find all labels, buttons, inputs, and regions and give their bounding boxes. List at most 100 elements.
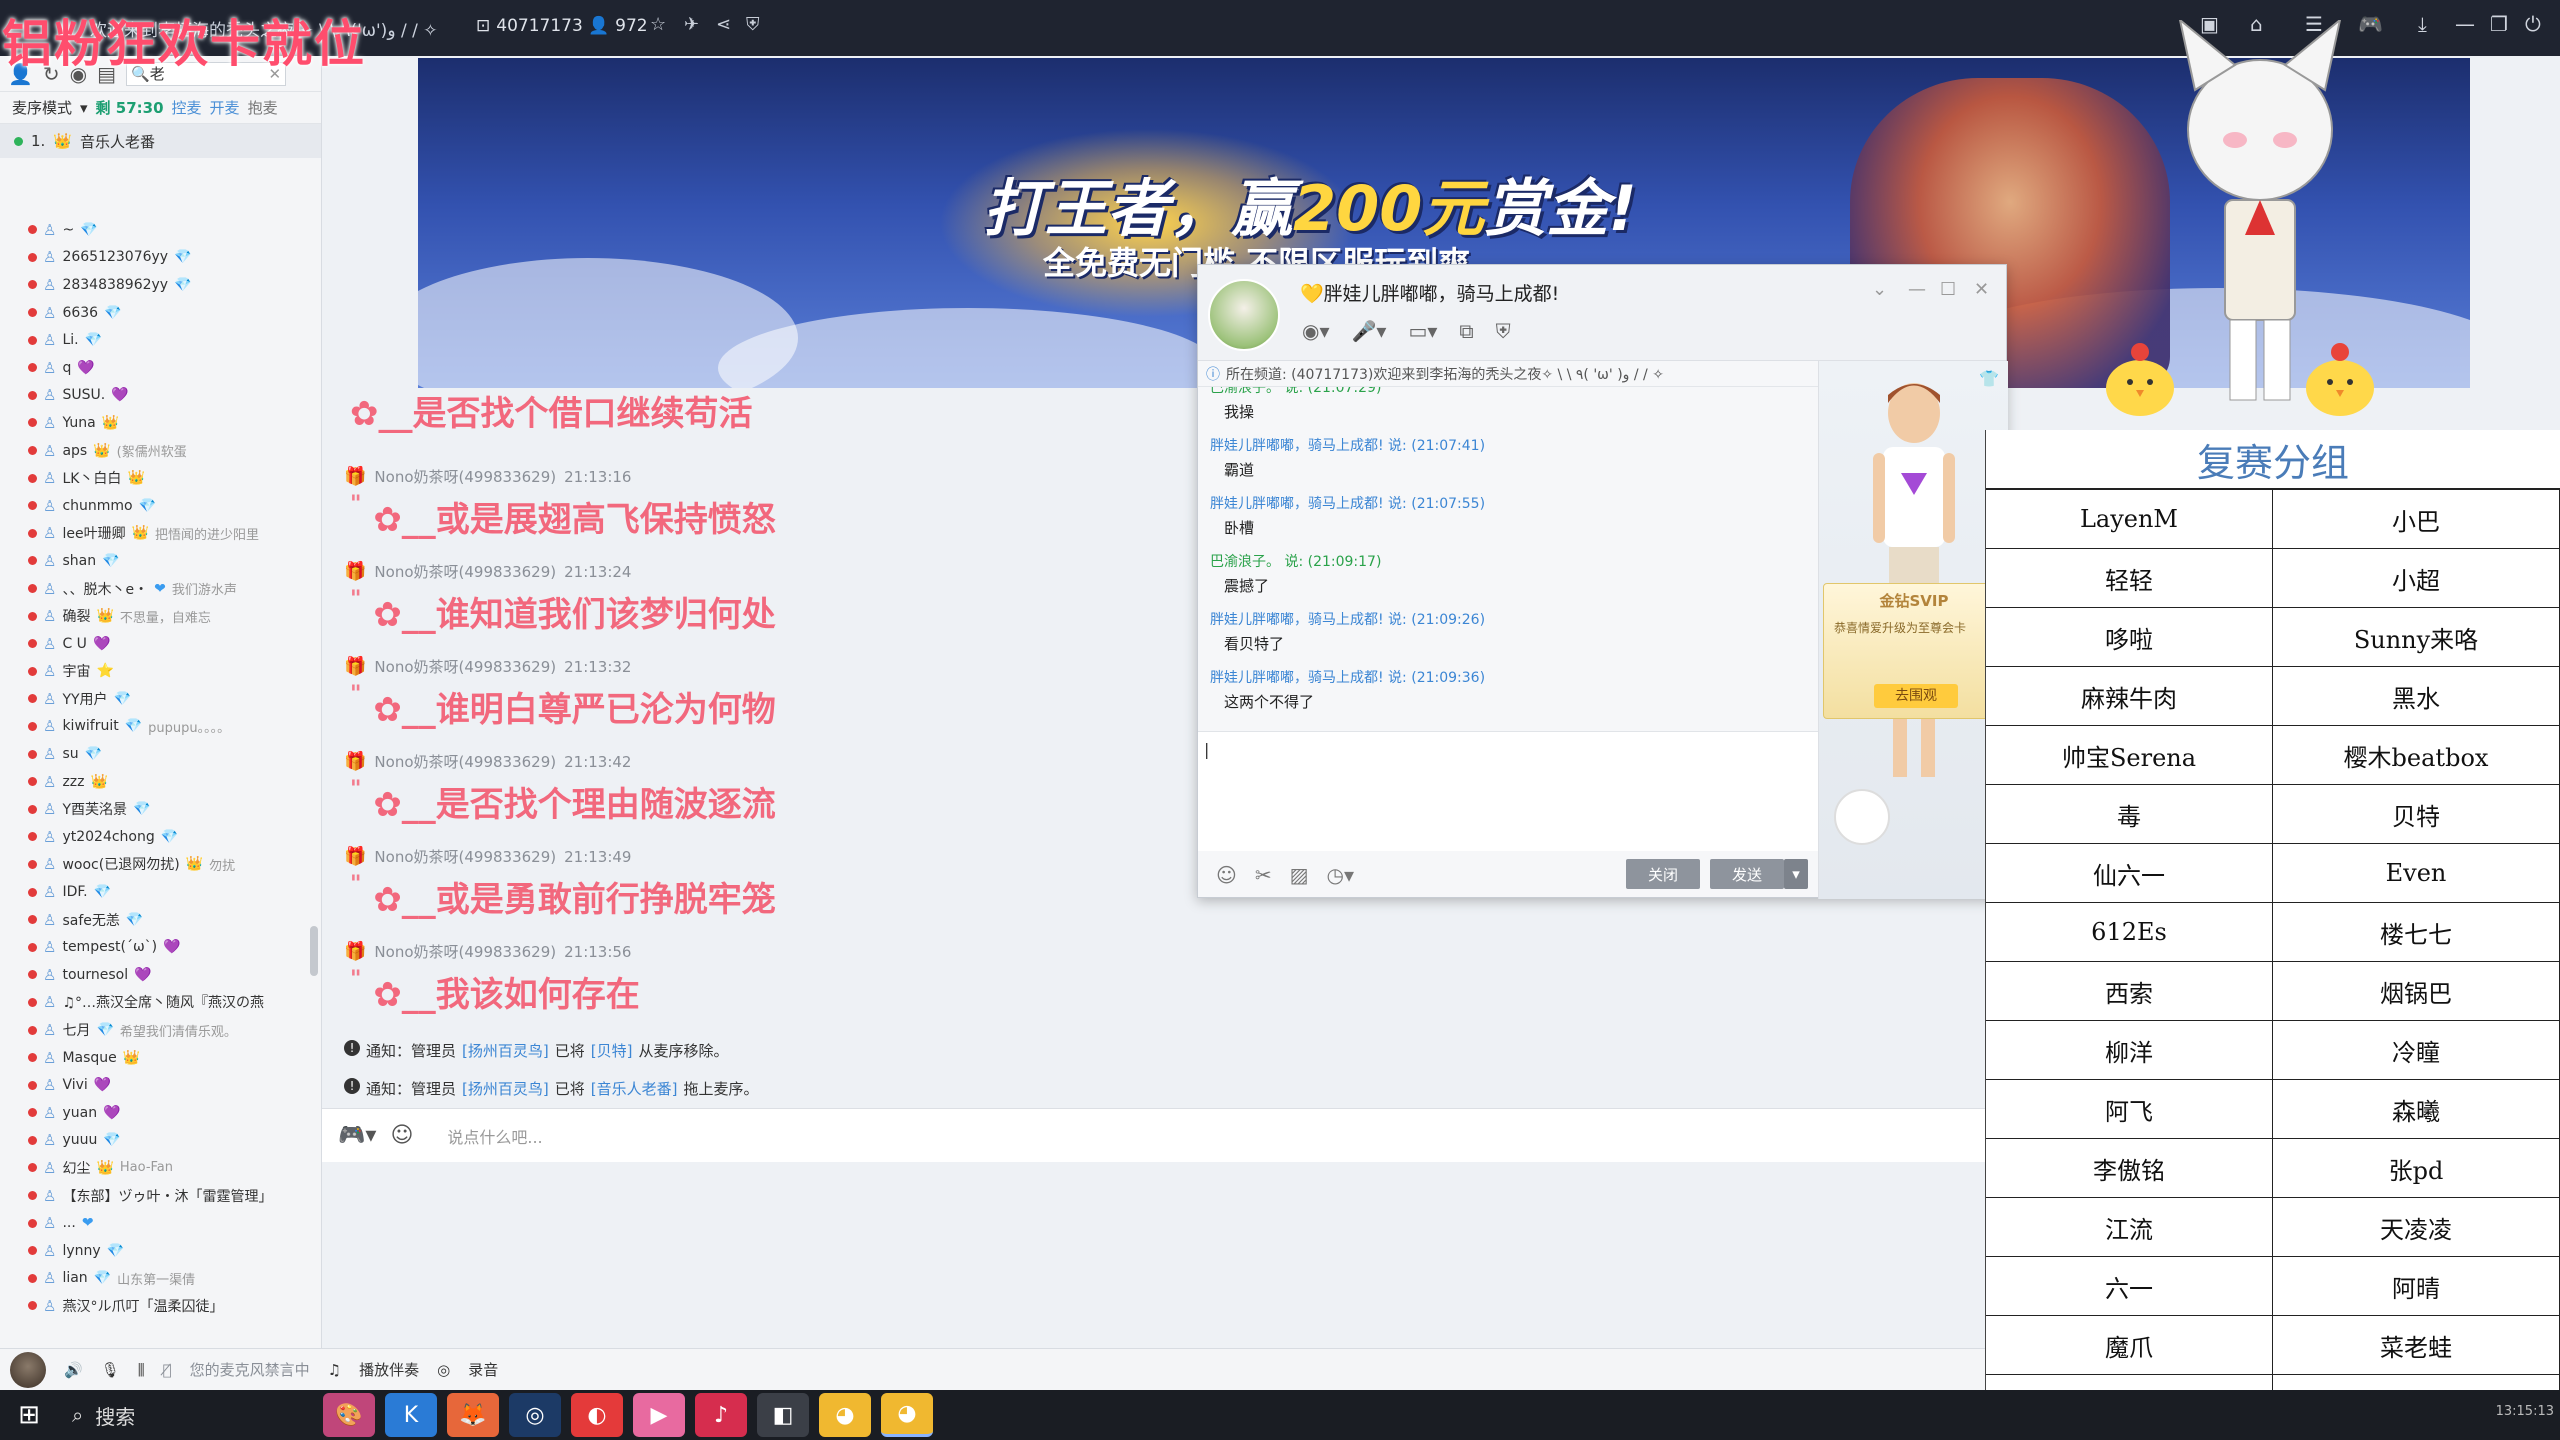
user-list-item[interactable]: ♙ 6636 💎	[0, 299, 322, 327]
user-list-item[interactable]: ♙ tournesol 💜	[0, 961, 322, 989]
fox-app-icon[interactable]: 🦊	[447, 1393, 499, 1437]
mic-toggle-icon[interactable]: 🎙	[101, 1361, 120, 1379]
control-mic-link[interactable]: 控麦	[172, 97, 202, 118]
user-list-item[interactable]: ♙ ♫°…燕汉全席丶随风『燕汉の燕	[0, 989, 322, 1017]
user-list-item[interactable]: ♙ C U 💜	[0, 630, 322, 658]
clock-icon[interactable]: ◷▾	[1327, 863, 1355, 887]
user-list-item[interactable]: ♙ kiwifruit 💎 pupupu。。。。	[0, 713, 322, 741]
user-list-item[interactable]: ♙ safe无恙 💎	[0, 906, 322, 934]
svip-view-button[interactable]: 去围观	[1874, 684, 1958, 708]
maximize-icon[interactable]: ☐	[1940, 279, 1956, 300]
chevron-down-icon[interactable]: ⌄	[1872, 279, 1887, 300]
user-list-item[interactable]: ♙ 2834838962yy 💎	[0, 271, 322, 299]
record-button[interactable]: 录音	[468, 1359, 498, 1380]
shirt-icon[interactable]: 👕	[1979, 369, 1999, 388]
music-button[interactable]: 播放伴奏	[359, 1359, 419, 1380]
message-user[interactable]: Nono奶茶呀(499833629)	[374, 656, 556, 677]
chat-input[interactable]: 说点什么吧...	[447, 1124, 542, 1148]
admin-link[interactable]: [扬州百灵鸟]	[462, 1040, 549, 1061]
user-list-item[interactable]: ♙ su 💎	[0, 740, 322, 768]
scissors-icon[interactable]: ✂	[1255, 863, 1272, 887]
user-list-item[interactable]: ♙ 燕汉°ル爪叮「温柔囚徒」	[0, 1292, 322, 1320]
message-user[interactable]: Nono奶茶呀(499833629)	[374, 846, 556, 867]
user-list-item[interactable]: ♙ yuuu 💎	[0, 1127, 322, 1155]
user-list-item[interactable]: ♙ Li. 💎	[0, 326, 322, 354]
user-list-item[interactable]: ♙ lee叶珊卿 👑 把悟闻的进少阳里	[0, 520, 322, 548]
mic-icon[interactable]: 🎤▾	[1352, 319, 1387, 343]
user-list-item[interactable]: ♙... ❤	[0, 1209, 322, 1237]
target-link[interactable]: [贝特]	[591, 1040, 633, 1061]
minimize-icon[interactable]: —	[1908, 279, 1926, 300]
emoji-icon[interactable]: ☺	[390, 1123, 413, 1148]
gamepad-icon[interactable]: 🎮▾	[338, 1123, 376, 1148]
obs-app-icon[interactable]: ◧	[757, 1393, 809, 1437]
camera-icon[interactable]: ◉▾	[1302, 319, 1330, 343]
user-list-item[interactable]: ♙ IDF. 💎	[0, 878, 322, 906]
user-list-item[interactable]: ♙ 确裂 👑 不思量，自难忘	[0, 602, 322, 630]
user-list-item[interactable]: ♙ LK丶白白 👑	[0, 464, 322, 492]
user-list-item[interactable]: ♙ lian 💎 山东第一渠倩	[0, 1265, 322, 1293]
avatar[interactable]	[10, 1351, 46, 1388]
gamepad-icon[interactable]: 🎮	[2358, 12, 2383, 36]
message-user[interactable]: Nono奶茶呀(499833629)	[374, 941, 556, 962]
mic-mode-select[interactable]: 麦序模式	[12, 97, 72, 118]
user-list-item[interactable]: ♙ Y酉芙洺景 💎	[0, 795, 322, 823]
user-list-item[interactable]: ♙ 幻尘 👑 Hao-Fan	[0, 1154, 322, 1182]
user-list-item[interactable]: ♙ YY用户 💎	[0, 685, 322, 713]
emoji-icon[interactable]: ☺	[1216, 863, 1237, 887]
send-button[interactable]: 发送	[1710, 859, 1784, 889]
user-list-item[interactable]: ♙ q 💜	[0, 354, 322, 382]
user-list-item[interactable]: ♙ tempest(´ω`) 💜	[0, 933, 322, 961]
open-mic-link[interactable]: 开麦	[210, 97, 240, 118]
yy-app-active-icon[interactable]: ◕	[881, 1393, 933, 1437]
yy-app-icon[interactable]: ◕	[819, 1393, 871, 1437]
avatar[interactable]	[1208, 279, 1280, 351]
user-list-item[interactable]: ♙ SUSU. 💜	[0, 382, 322, 410]
chevron-down-icon[interactable]: ▾	[80, 99, 88, 117]
user-list-item[interactable]: ♙ Yuna 👑	[0, 409, 322, 437]
steam-app-icon[interactable]: ◎	[509, 1393, 561, 1437]
message-user[interactable]: Nono奶茶呀(499833629)	[374, 751, 556, 772]
star-icon[interactable]: ☆	[650, 14, 666, 35]
admin-link[interactable]: [扬州百灵鸟]	[462, 1078, 549, 1099]
plane-icon[interactable]: ✈	[684, 14, 699, 35]
user-list-item[interactable]: ♙ 【东部】ヅゥ叶・沐「雷霆管理」	[0, 1182, 322, 1210]
k-app-icon[interactable]: K	[385, 1393, 437, 1437]
user-list-item[interactable]: ♙ 、、脱木丶e・ ❤ 我们游水声	[0, 575, 322, 603]
power-icon[interactable]: ⏻	[2525, 12, 2541, 36]
share-icon[interactable]: ⋖	[716, 14, 731, 35]
screen-icon[interactable]: ⧉	[1459, 319, 1473, 343]
user-list-item[interactable]: ♙ 2665123076yy 💎	[0, 244, 322, 272]
browser-app-icon[interactable]: ◐	[571, 1393, 623, 1437]
user-list-item[interactable]: ♙ ~ 💎	[0, 216, 322, 244]
folder-icon[interactable]: ▭▾	[1408, 319, 1437, 343]
shield-icon[interactable]: ⛨	[1496, 319, 1511, 343]
shield-icon[interactable]: ⛨	[746, 14, 760, 35]
mic-queue-item[interactable]: 1. 👑 音乐人老番	[0, 124, 321, 158]
user-list-item[interactable]: ♙ Vivi 💜	[0, 1071, 322, 1099]
windows-start-icon[interactable]: ⊞	[0, 1400, 58, 1430]
painter-app-icon[interactable]: 🎨	[323, 1393, 375, 1437]
record-icon[interactable]: ◎	[437, 1361, 450, 1379]
restore-icon[interactable]: ❐	[2490, 12, 2508, 36]
user-list-item[interactable]: ♙ yuan 💜	[0, 1099, 322, 1127]
netease-music-icon[interactable]: ♪	[695, 1393, 747, 1437]
minimize-icon[interactable]: —	[2455, 12, 2475, 36]
user-list-item[interactable]: ♙ yt2024chong 💎	[0, 823, 322, 851]
user-list-item[interactable]: ♙ lynny 💎	[0, 1237, 322, 1265]
music-icon[interactable]: ♫	[328, 1361, 341, 1379]
close-button[interactable]: 关闭	[1626, 859, 1700, 889]
target-link[interactable]: [音乐人老番]	[591, 1078, 678, 1099]
send-options-button[interactable]: ▾	[1784, 859, 1808, 889]
user-list-item[interactable]: ♙ shan 💎	[0, 547, 322, 575]
user-list-item[interactable]: ♙ 宇宙 ⭐	[0, 658, 322, 686]
user-list-item[interactable]: ♙ chunmmo 💎	[0, 492, 322, 520]
private-chat-editor[interactable]: |	[1198, 731, 1818, 851]
avatar[interactable]	[1834, 789, 1890, 845]
equalizer-icon[interactable]: ⫼	[138, 1361, 145, 1379]
user-list-item[interactable]: ♙ zzz 👑	[0, 768, 322, 796]
download-icon[interactable]: ⤓	[2418, 12, 2427, 36]
user-list-item[interactable]: ♙ wooc(已退网勿扰) 👑 勿扰	[0, 851, 322, 879]
user-list-item[interactable]: ♙ 七月 💎 希望我们清倩乐观。	[0, 1016, 322, 1044]
user-list-item[interactable]: ♙ Masque 👑	[0, 1044, 322, 1072]
